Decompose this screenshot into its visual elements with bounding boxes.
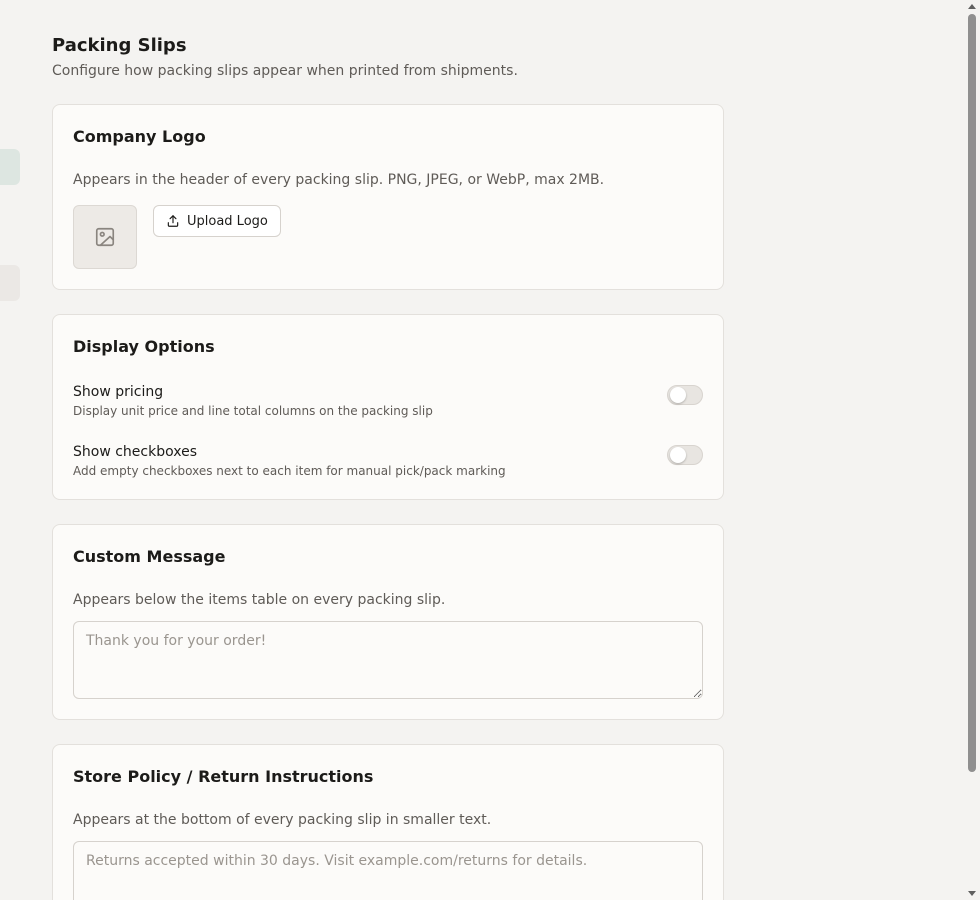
image-placeholder-icon (95, 227, 115, 247)
upload-logo-button[interactable]: Upload Logo (153, 205, 281, 237)
logo-preview (73, 205, 137, 269)
option-help: Add empty checkboxes next to each item f… (73, 464, 506, 478)
page-subtitle: Configure how packing slips appear when … (52, 63, 518, 79)
toggle-knob (670, 387, 686, 403)
page-header: Packing Slips Configure how packing slip… (52, 34, 724, 80)
custom-message-card: Custom Message Appears below the items t… (52, 524, 724, 720)
card-description: Appears at the bottom of every packing s… (73, 812, 492, 828)
store-policy-textarea[interactable] (73, 841, 703, 900)
show-pricing-toggle[interactable] (667, 385, 703, 405)
option-help: Display unit price and line total column… (73, 404, 433, 418)
upload-logo-label: Upload Logo (187, 213, 268, 229)
card-description: Appears below the items table on every p… (73, 592, 446, 608)
option-label: Show checkboxes (73, 444, 197, 460)
card-title: Store Policy / Return Instructions (73, 767, 374, 786)
custom-message-textarea[interactable] (73, 621, 703, 699)
card-title: Custom Message (73, 547, 226, 566)
company-logo-card: Company Logo Appears in the header of ev… (52, 104, 724, 290)
scrollbar-thumb[interactable] (968, 14, 976, 772)
option-show-pricing: Show pricing Display unit price and line… (73, 383, 703, 423)
option-show-checkboxes: Show checkboxes Add empty checkboxes nex… (73, 443, 703, 483)
display-options-card: Display Options Show pricing Display uni… (52, 314, 724, 500)
show-checkboxes-toggle[interactable] (667, 445, 703, 465)
upload-icon (167, 215, 179, 227)
option-label: Show pricing (73, 384, 164, 400)
sidebar-active-item-edge[interactable] (0, 149, 20, 185)
toggle-knob (670, 447, 686, 463)
card-title: Company Logo (73, 127, 206, 146)
card-title: Display Options (73, 337, 215, 356)
page-title: Packing Slips (52, 35, 187, 56)
store-policy-card: Store Policy / Return Instructions Appea… (52, 744, 724, 900)
sidebar-item-edge[interactable] (0, 265, 20, 301)
card-description: Appears in the header of every packing s… (73, 172, 605, 188)
page-scrollbar[interactable] (965, 0, 980, 900)
scroll-up-arrow-icon[interactable] (968, 4, 976, 9)
scroll-down-arrow-icon[interactable] (968, 891, 976, 896)
